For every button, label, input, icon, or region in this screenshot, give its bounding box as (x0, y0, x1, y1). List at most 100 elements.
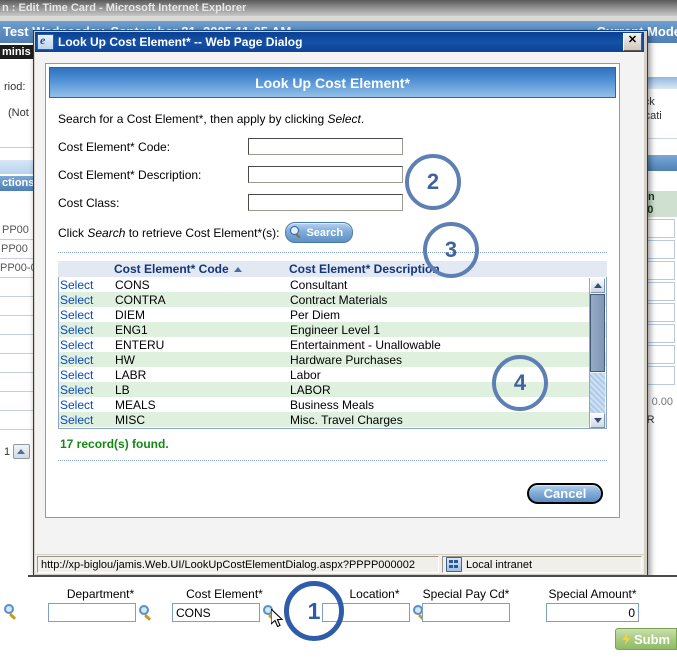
cost-class-label: Cost Class: (58, 195, 120, 210)
background-row-id-1: PP00 (0, 221, 34, 240)
lookup-cost-element-dialog: Look Up Cost Element* -- Web Page Dialog… (33, 30, 648, 577)
grid-cell-description: Labor (290, 367, 321, 382)
special-pay-cd-input[interactable] (422, 603, 510, 622)
grid-cell-select: Select (59, 353, 115, 367)
dialog-status-bar: http://xp-biglou/jamis.Web.UI/LookUpCost… (35, 555, 644, 574)
search-line-text: Click Search to retrieve Cost Element*(s… (58, 225, 280, 240)
grid-cell-select: Select (59, 398, 115, 412)
submit-button[interactable]: Subm (615, 628, 677, 650)
background-row-id-2: PP00 (0, 240, 34, 259)
select-link[interactable]: Select (60, 383, 93, 397)
mouse-cursor-icon (271, 609, 284, 628)
status-zone: Local intranet (442, 556, 642, 573)
cost-element-input[interactable] (172, 603, 260, 622)
grid-cell-select: Select (59, 413, 115, 427)
select-link[interactable]: Select (60, 323, 93, 337)
close-icon[interactable]: ✕ (623, 33, 642, 51)
special-amount-input[interactable] (546, 603, 639, 622)
table-row[interactable]: Select ENG1 Engineer Level 1 (59, 322, 606, 337)
select-link[interactable]: Select (60, 398, 93, 412)
instruction-emphasis: Select (327, 112, 361, 126)
bottom-field-cost-element: Cost Element* (172, 587, 277, 622)
dialog-title: Look Up Cost Element* -- Web Page Dialog (58, 35, 303, 49)
grid-cell-select: Select (59, 323, 115, 337)
chevron-up-icon (17, 449, 26, 454)
callout-1: 1 (284, 581, 344, 641)
cost-class-input[interactable] (248, 194, 403, 211)
grid-cell-description: Contract Materials (290, 292, 388, 307)
cancel-button[interactable]: Cancel (527, 483, 603, 504)
lookup-icon-leading[interactable] (3, 604, 18, 620)
special-pay-cd-label: Special Pay Cd* (422, 587, 510, 601)
cost-element-description-input[interactable] (248, 166, 403, 183)
grid-header-code[interactable]: Cost Element* Code (114, 262, 289, 276)
dialog-button-row: Cancel (58, 483, 607, 504)
divider-bottom (58, 460, 607, 461)
table-row[interactable]: Select CONS Consultant (59, 277, 606, 292)
department-lookup-icon[interactable] (138, 605, 153, 621)
grid-cell-description: Business Meals (290, 397, 375, 412)
bottom-field-special-amount: Special Amount* (546, 587, 639, 622)
field-row-description: Cost Element* Description: (58, 166, 607, 183)
grid-cell-description: Misc. Travel Charges (290, 412, 403, 427)
callout-3: 3 (423, 222, 479, 278)
intranet-zone-icon (446, 557, 462, 572)
select-link[interactable]: Select (60, 338, 93, 352)
grid-cell-code: CONS (115, 277, 150, 292)
select-link[interactable]: Select (60, 308, 93, 322)
lightning-bolt-icon (622, 632, 631, 646)
submit-button-label: Subm (634, 631, 671, 647)
table-row[interactable]: Select CONTRA Contract Materials (59, 292, 606, 307)
background-row-id-3: PP00-0 (0, 259, 34, 278)
triangle-down-icon (594, 418, 602, 423)
search-button-label: Search (306, 226, 344, 239)
department-input[interactable] (48, 603, 136, 622)
background-period-label: riod: (4, 81, 26, 93)
grid-cell-select: Select (59, 368, 115, 382)
table-row[interactable]: Select MISC Misc. Travel Charges (59, 412, 606, 427)
table-row[interactable]: Select ENTERU Entertainment - Unallowable (59, 337, 606, 352)
scroll-down-button[interactable] (590, 413, 605, 428)
grid-cell-description: Per Diem (290, 307, 341, 322)
grid-cell-select: Select (59, 338, 115, 352)
scrollbar-track[interactable] (590, 373, 605, 413)
select-link[interactable]: Select (60, 278, 93, 292)
select-link[interactable]: Select (60, 293, 93, 307)
instruction-suffix: . (360, 112, 365, 126)
grid-cell-select: Select (59, 383, 115, 397)
background-page-up-button[interactable] (13, 444, 31, 459)
table-row[interactable]: Select DIEM Per Diem (59, 307, 606, 322)
cost-element-code-input[interactable] (248, 138, 403, 155)
dialog-instruction: Search for a Cost Element*, then apply b… (58, 112, 607, 126)
background-actions-tab[interactable]: ctions (0, 176, 34, 191)
bottom-field-special-pay-cd: Special Pay Cd* (422, 587, 510, 622)
scroll-up-button[interactable] (590, 278, 605, 293)
grid-cell-code: MISC (115, 412, 145, 427)
field-row-cost-class: Cost Class: (58, 194, 607, 211)
department-label: Department* (66, 587, 135, 601)
magnifier-icon (290, 226, 303, 239)
cost-element-label: Cost Element* (186, 587, 263, 601)
dialog-titlebar[interactable]: Look Up Cost Element* -- Web Page Dialog… (35, 32, 644, 52)
select-link[interactable]: Select (60, 368, 93, 382)
search-button[interactable]: Search (285, 222, 354, 243)
select-link[interactable]: Select (60, 413, 93, 427)
triangle-up-icon (594, 283, 602, 288)
dialog-page: Look Up Cost Element* Search for a Cost … (45, 63, 620, 518)
grid-cell-select: Select (59, 308, 115, 322)
grid-cell-select: Select (59, 278, 115, 292)
background-ie-titlebar: n : Edit Time Card - Microsoft Internet … (0, 0, 677, 16)
status-zone-label: Local intranet (466, 558, 533, 571)
grid-cell-description: Consultant (290, 277, 348, 292)
scrollbar-thumb[interactable] (590, 294, 605, 372)
select-link[interactable]: Select (60, 353, 93, 367)
background-left-strip: minis riod: (Not ctions PP00 PP00 PP00-0… (0, 43, 34, 553)
sort-ascending-icon (233, 267, 242, 273)
search-instruction-row: Click Search to retrieve Cost Element*(s… (58, 222, 607, 243)
grid-vertical-scrollbar[interactable] (589, 278, 605, 428)
background-admin-tab[interactable]: minis (0, 45, 34, 59)
ie-document-icon (37, 34, 54, 50)
records-found-text: 17 record(s) found. (60, 437, 169, 451)
grid-cell-code: LABR (115, 367, 147, 382)
grid-cell-description: Engineer Level 1 (290, 322, 381, 337)
